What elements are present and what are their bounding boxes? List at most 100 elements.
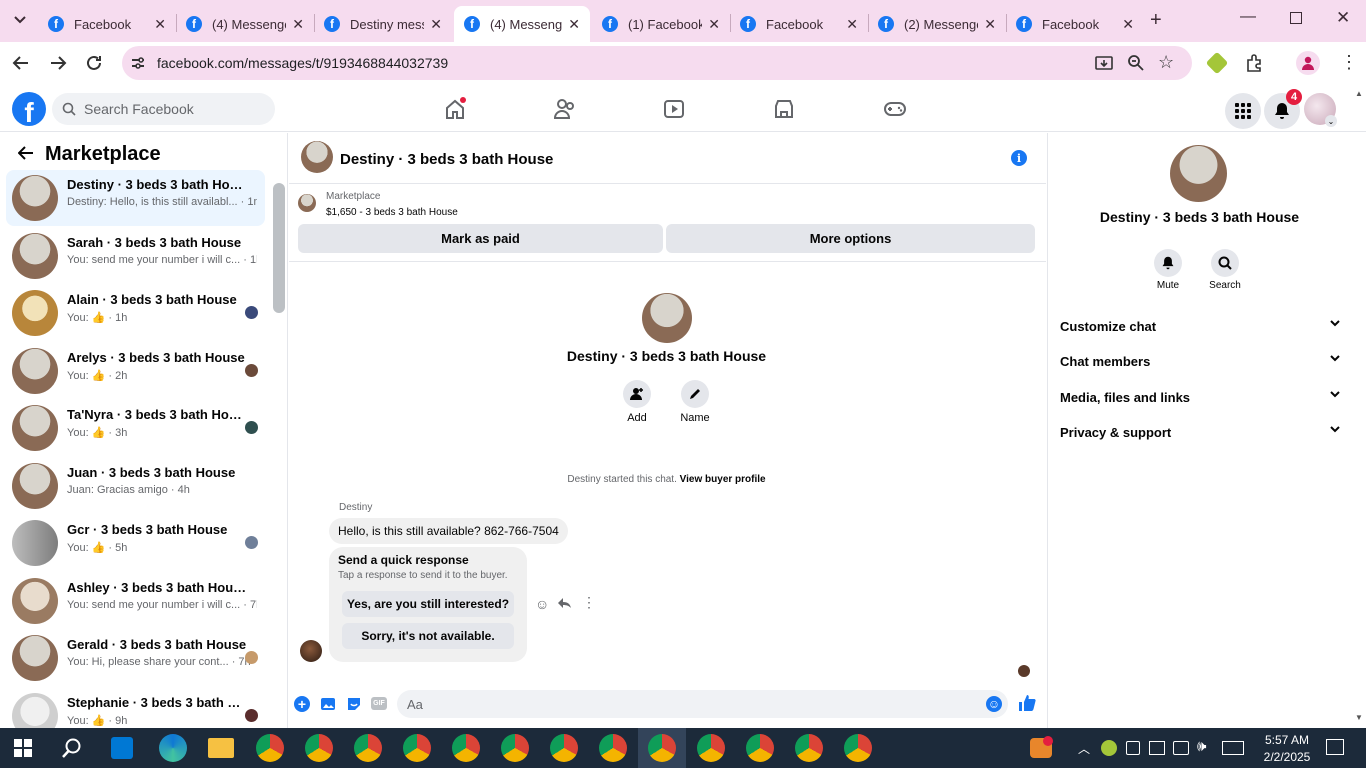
chrome-icon[interactable] — [452, 734, 480, 762]
address-bar[interactable]: facebook.com/messages/t/9193468844032739… — [122, 46, 1192, 80]
zoom-icon[interactable] — [1127, 54, 1145, 72]
facebook-logo-icon[interactable]: f — [12, 92, 46, 126]
browser-tab[interactable]: f (4) Messenger ✕ — [176, 6, 314, 42]
conversation-item[interactable]: Destiny · 3 beds 3 bath House Destiny: H… — [6, 170, 265, 226]
quick-response-button[interactable]: Sorry, it's not available. — [342, 623, 514, 649]
minimize-icon[interactable]: — — [1240, 8, 1256, 26]
message-bubble[interactable]: Hello, is this still available? 862-766-… — [329, 518, 568, 544]
conversation-item[interactable]: Arelys · 3 beds 3 bath House You: 👍 · 2h — [6, 343, 265, 399]
clock-date[interactable]: 2/2/2025 — [1254, 750, 1320, 764]
chrome-icon[interactable] — [697, 734, 725, 762]
emoji-icon[interactable]: ☺ — [986, 696, 1002, 712]
browser-tab[interactable]: f Facebook ✕ — [38, 6, 176, 42]
conversation-item[interactable]: Gerald · 3 beds 3 bath House You: Hi, pl… — [6, 630, 265, 686]
tray-network-icon[interactable] — [1149, 741, 1165, 755]
forward-arrow-icon[interactable] — [49, 54, 67, 72]
window-close-icon[interactable]: ✕ — [1336, 8, 1350, 28]
info-icon[interactable]: i — [1011, 150, 1027, 166]
privacy-support-row[interactable]: Privacy & support — [1060, 425, 1340, 440]
facebook-search-input[interactable]: Search Facebook — [52, 93, 275, 125]
edit-pencil-icon[interactable] — [681, 380, 709, 408]
chat-title[interactable]: Destiny · 3 beds 3 bath House — [340, 151, 553, 168]
tray-device-icon[interactable] — [1126, 741, 1140, 755]
scrollbar-thumb[interactable] — [273, 183, 285, 313]
menu-grid-icon[interactable] — [1225, 93, 1261, 129]
chrome-icon[interactable] — [599, 734, 627, 762]
conversation-item[interactable]: Ta'Nyra · 3 beds 3 bath House You: 👍 · 3… — [6, 400, 265, 456]
chat-members-row[interactable]: Chat members — [1060, 354, 1340, 369]
chrome-icon[interactable] — [256, 734, 284, 762]
scroll-up-arrow-icon[interactable]: ▲ — [1355, 89, 1363, 98]
close-icon[interactable]: ✕ — [708, 16, 720, 33]
view-buyer-profile-link[interactable]: View buyer profile — [680, 474, 766, 485]
account-chevron-icon[interactable]: ⌄ — [1325, 115, 1337, 127]
browser-tab[interactable]: f Facebook ✕ — [1006, 6, 1144, 42]
browser-tab-active[interactable]: f (4) Messenger ✕ — [454, 6, 590, 42]
volume-icon[interactable]: 🕪 — [1197, 738, 1206, 755]
windows-start-icon[interactable] — [14, 739, 32, 757]
close-icon[interactable]: ✕ — [154, 16, 166, 33]
profile-icon[interactable] — [1296, 51, 1320, 75]
react-emoji-icon[interactable]: ☺ — [535, 596, 549, 612]
message-input[interactable]: Aa — [397, 690, 1008, 718]
bookmark-star-icon[interactable]: ☆ — [1158, 52, 1174, 73]
browser-tab[interactable]: f (1) Facebook ✕ — [592, 6, 730, 42]
friends-icon[interactable] — [553, 98, 577, 120]
browser-menu-icon[interactable]: ⋮ — [1340, 52, 1358, 72]
browser-tab[interactable]: f Destiny messages ✕ — [314, 6, 452, 42]
reply-icon[interactable] — [557, 597, 571, 609]
conversation-item[interactable]: Sarah · 3 beds 3 bath House You: send me… — [6, 228, 265, 284]
back-arrow-icon[interactable] — [12, 54, 30, 72]
close-icon[interactable]: ✕ — [430, 16, 442, 33]
chrome-icon[interactable] — [648, 734, 676, 762]
gaming-icon[interactable] — [883, 98, 907, 120]
close-icon[interactable]: ✕ — [1122, 16, 1134, 33]
chrome-icon[interactable] — [354, 734, 382, 762]
more-actions-icon[interactable]: ⋮ — [582, 594, 596, 611]
store-icon[interactable] — [111, 737, 133, 759]
mark-as-paid-button[interactable]: Mark as paid — [298, 224, 663, 253]
video-icon[interactable] — [663, 98, 685, 120]
chrome-icon[interactable] — [501, 734, 529, 762]
restore-icon[interactable] — [1290, 12, 1302, 24]
chrome-icon[interactable] — [550, 734, 578, 762]
customize-chat-row[interactable]: Customize chat — [1060, 319, 1340, 334]
file-explorer-icon[interactable] — [208, 738, 234, 758]
install-app-icon[interactable] — [1095, 54, 1113, 72]
tray-extension-icon[interactable] — [1101, 740, 1117, 756]
close-icon[interactable]: ✕ — [292, 16, 304, 33]
conversation-item[interactable]: Juan · 3 beds 3 bath House Juan: Gracias… — [6, 458, 265, 514]
search-icon[interactable] — [1211, 249, 1239, 277]
chrome-icon[interactable] — [795, 734, 823, 762]
close-icon[interactable]: ✕ — [984, 16, 996, 33]
add-person-icon[interactable] — [623, 380, 651, 408]
page-scrollbar[interactable]: ▲ ▼ — [1352, 89, 1366, 728]
gif-icon[interactable]: GIF — [371, 697, 387, 710]
show-hidden-icons-chevron[interactable]: ︿ — [1078, 740, 1090, 757]
marketplace-icon[interactable] — [773, 98, 795, 120]
tab-search-chevron-icon[interactable] — [8, 8, 32, 32]
photo-icon[interactable] — [320, 696, 336, 712]
close-icon[interactable]: ✕ — [568, 16, 580, 33]
listing-price[interactable]: $1,650 - 3 beds 3 bath House — [326, 207, 458, 218]
keyboard-icon[interactable] — [1222, 741, 1244, 755]
tray-display-icon[interactable] — [1173, 741, 1189, 755]
browser-tab[interactable]: f Facebook ✕ — [730, 6, 868, 42]
browser-tab[interactable]: f (2) Messenger ✕ — [868, 6, 1006, 42]
chrome-icon[interactable] — [305, 734, 333, 762]
extensions-puzzle-icon[interactable] — [1245, 53, 1265, 73]
back-arrow-icon[interactable] — [18, 145, 34, 161]
quick-response-button[interactable]: Yes, are you still interested? — [342, 591, 514, 617]
media-files-links-row[interactable]: Media, files and links — [1060, 390, 1340, 405]
notification-center-icon[interactable] — [1326, 739, 1344, 755]
chrome-icon[interactable] — [403, 734, 431, 762]
url-text[interactable]: facebook.com/messages/t/9193468844032739 — [157, 55, 448, 71]
chrome-icon[interactable] — [844, 734, 872, 762]
chrome-icon[interactable] — [746, 734, 774, 762]
site-info-icon[interactable] — [130, 55, 146, 71]
mute-bell-icon[interactable] — [1154, 249, 1182, 277]
close-icon[interactable]: ✕ — [846, 16, 858, 33]
sticker-icon[interactable] — [346, 696, 362, 712]
reload-icon[interactable] — [85, 54, 103, 72]
add-attachment-plus-icon[interactable]: + — [294, 696, 310, 712]
